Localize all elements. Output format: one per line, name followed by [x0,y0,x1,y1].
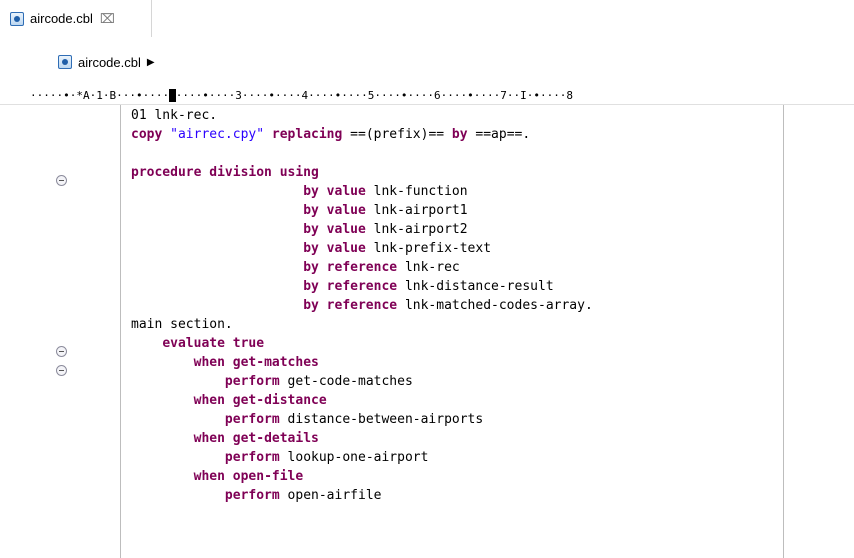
code-line[interactable]: 01 lnk-rec. [131,106,217,125]
breadcrumb: aircode.cbl ▶ [0,37,854,87]
tab-aircode-cbl[interactable]: aircode.cbl ⌧ [0,0,152,37]
keyword-token: by [451,127,476,142]
keyword-token: by value [303,222,374,237]
text-token: lnk-airport1 [373,203,468,218]
keyword-token: by reference [303,279,405,294]
code-line[interactable]: when get-distance [131,391,327,410]
keyword-token: by value [303,241,374,256]
keyword-token: by reference [303,260,405,275]
code-line[interactable]: by reference lnk-rec [131,258,460,277]
keyword-token: evaluate true [162,336,265,351]
editor-gutter [0,105,120,558]
keyword-token: open-file [232,469,304,484]
keyword-token: get-details [232,431,319,446]
ruler-text: ·····•·*A·1·B···•····2····•····3····•···… [30,87,573,104]
keyword-token: when [193,393,233,408]
keyword-token: by reference [303,298,405,313]
keyword-token: get-distance [232,393,327,408]
fold-collapse-icon[interactable] [56,365,67,376]
close-icon[interactable]: ⌧ [100,11,115,27]
text-token: lnk-function [373,184,468,199]
tab-label: aircode.cbl [30,11,93,26]
text-token: lnk-prefix-text [373,241,492,256]
code-editor[interactable]: 01 lnk-rec. copy "airrec.cpy" replacing =… [0,105,854,558]
code-line[interactable]: by value lnk-function [131,182,468,201]
fold-collapse-icon[interactable] [56,175,67,186]
code-line[interactable]: when open-file [131,467,304,486]
chevron-right-icon[interactable]: ▶ [147,57,155,68]
text-token: ==ap==. [475,127,531,142]
editor-tab-strip: aircode.cbl ⌧ [0,0,854,38]
code-line[interactable]: procedure division using [131,163,319,182]
code-line[interactable]: when get-matches [131,353,319,372]
keyword-token: procedure division using [131,165,319,180]
keyword-token: perform [224,488,288,503]
text-token: 01 lnk-rec. [131,108,218,123]
code-line[interactable]: copy "airrec.cpy" replacing ==(prefix)==… [131,125,530,144]
text-token: get-code-matches [287,374,413,389]
text-token: lookup-one-airport [287,450,429,465]
text-token: main section. [131,317,233,332]
code-line[interactable]: evaluate true [131,334,264,353]
text-token: lnk-matched-codes-array. [404,298,593,313]
keyword-token: perform [224,374,288,389]
keyword-token: copy [131,127,171,142]
text-token: ==(prefix)== [350,127,452,142]
breadcrumb-file[interactable]: aircode.cbl [78,55,141,70]
keyword-token: when [193,355,233,370]
fold-collapse-icon[interactable] [56,346,67,357]
text-token: lnk-distance-result [404,279,554,294]
keyword-token: by value [303,203,374,218]
keyword-token: get-matches [232,355,319,370]
area-a-margin-line [120,105,121,558]
keyword-token: when [193,431,233,446]
code-line[interactable]: by value lnk-airport1 [131,201,468,220]
cobol-file-icon [58,55,72,69]
column-72-margin-line [783,105,784,558]
cobol-file-icon [10,11,24,26]
code-line[interactable]: perform open-airfile [131,486,382,505]
column-ruler: ·····•·*A·1·B···•····2····•····3····•···… [0,87,854,105]
code-line[interactable]: by value lnk-prefix-text [131,239,491,258]
text-token: distance-between-airports [287,412,484,427]
ruler-after-marker: ····•····3····•····4····•····5····•····6… [175,89,574,102]
ruler-before-marker: ·····•·*A·1·B···•···· [30,89,170,102]
code-line[interactable]: by reference lnk-distance-result [131,277,554,296]
text-token: lnk-airport2 [373,222,468,237]
ruler-cursor-marker: 2 [169,89,176,102]
code-line[interactable]: when get-details [131,429,319,448]
code-line[interactable]: perform lookup-one-airport [131,448,429,467]
text-token: lnk-rec [404,260,460,275]
keyword-token: perform [224,450,288,465]
keyword-token: perform [224,412,288,427]
keyword-token: by value [303,184,374,199]
keyword-token: when [193,469,233,484]
code-line[interactable]: perform distance-between-airports [131,410,483,429]
code-line[interactable]: perform get-code-matches [131,372,413,391]
string-token: "airrec.cpy" [170,127,272,142]
code-line[interactable]: by value lnk-airport2 [131,220,468,239]
text-token: open-airfile [287,488,382,503]
keyword-token: replacing [271,127,351,142]
code-line[interactable]: main section. [131,315,233,334]
code-line[interactable]: by reference lnk-matched-codes-array. [131,296,593,315]
